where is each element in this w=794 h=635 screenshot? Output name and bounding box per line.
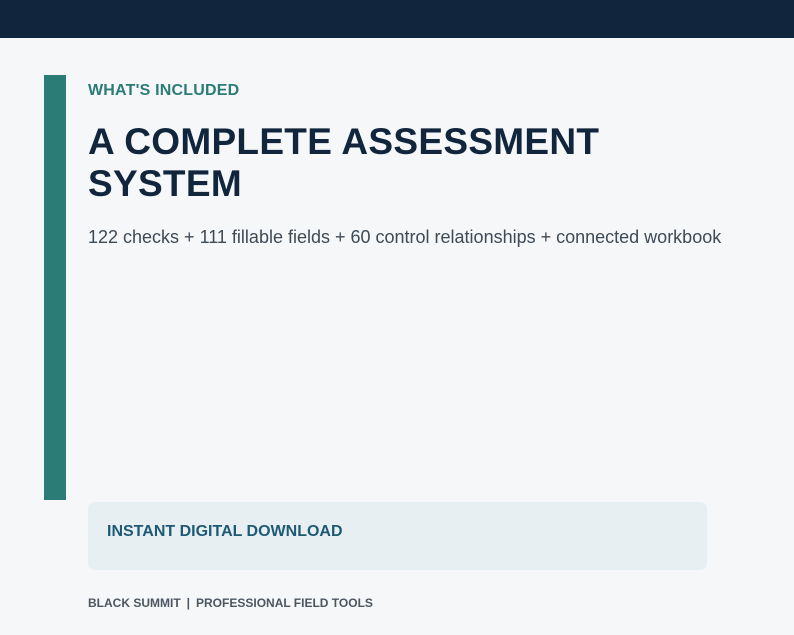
section-eyebrow: WHAT'S INCLUDED	[88, 82, 240, 99]
section-description: 122 checks + 111 fillable fields + 60 co…	[88, 227, 722, 247]
footer: BLACK SUMMIT | PROFESSIONAL FIELD TOOLS	[88, 596, 373, 610]
footer-tagline: PROFESSIONAL FIELD TOOLS	[196, 596, 373, 610]
footer-separator: |	[186, 596, 191, 610]
download-label: INSTANT DIGITAL DOWNLOAD	[107, 523, 343, 540]
page-title: A COMPLETE ASSESSMENT SYSTEM	[88, 121, 600, 204]
footer-brand: BLACK SUMMIT	[88, 596, 181, 610]
download-callout: INSTANT DIGITAL DOWNLOAD	[88, 502, 707, 570]
accent-bar	[44, 75, 66, 500]
top-header-bar	[0, 0, 794, 38]
